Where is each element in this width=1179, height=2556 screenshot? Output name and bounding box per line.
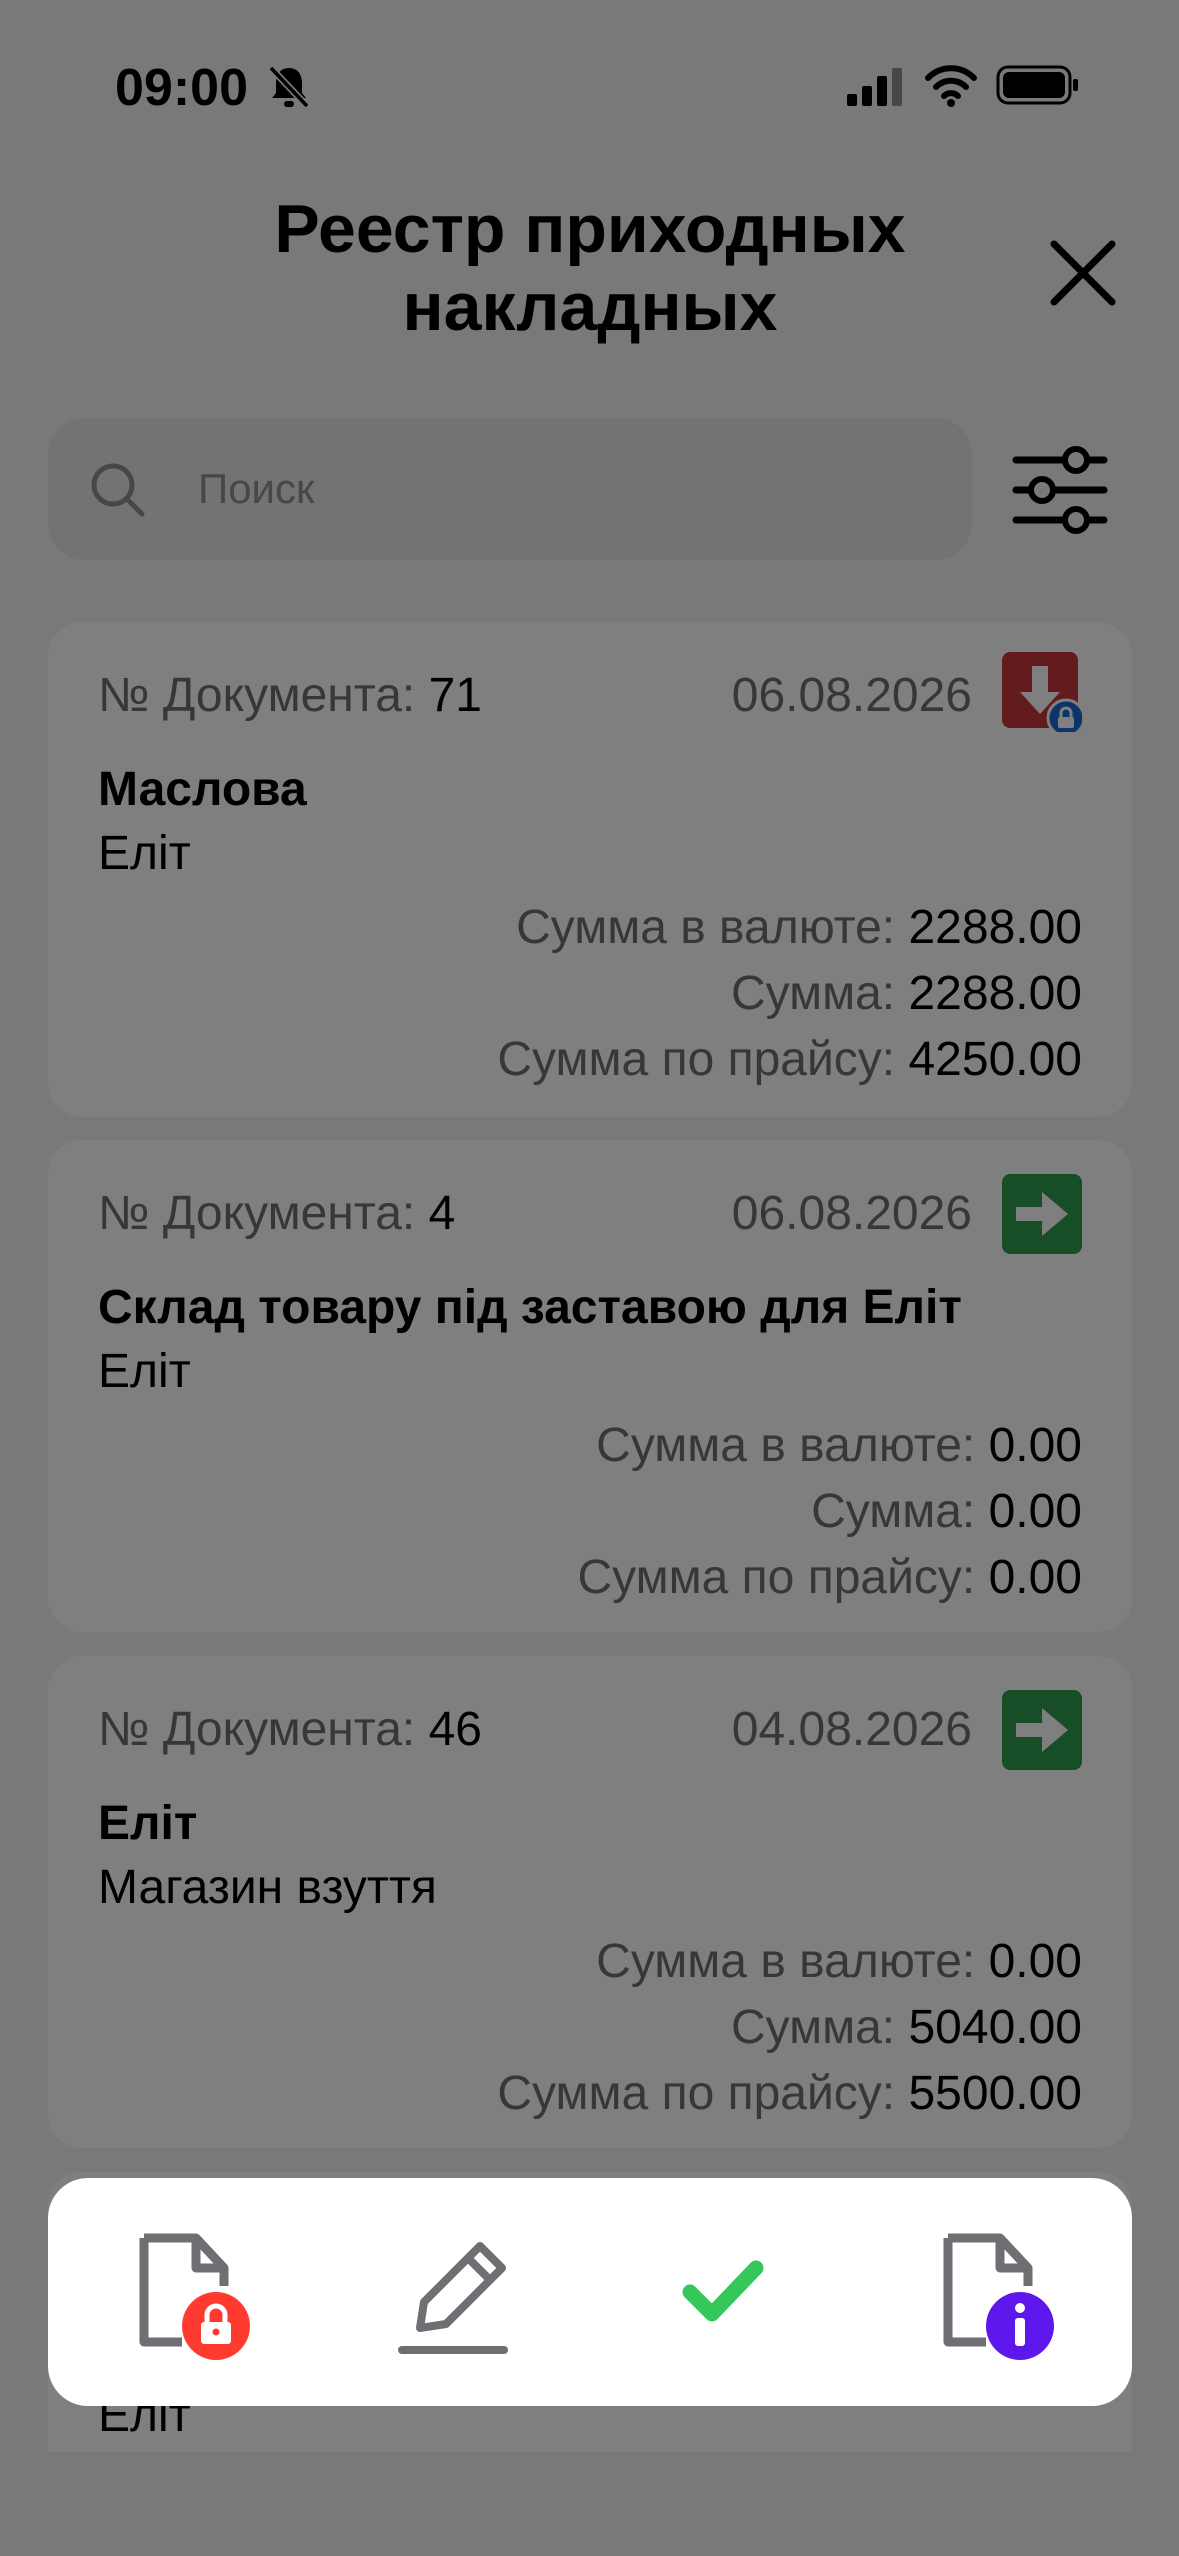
document-number: № Документа: 4 (98, 1186, 455, 1241)
sum-currency-label: Сумма в валюте: (596, 1419, 976, 1472)
sum-currency-value: 0.00 (988, 1419, 1082, 1472)
sum-price-label: Сумма по прайсу: (577, 1551, 976, 1604)
document-number-label: № Документа: (98, 669, 416, 722)
document-number: № Документа: 46 (98, 1702, 482, 1757)
arrow-right-icon (1002, 1174, 1082, 1254)
wifi-icon (925, 65, 977, 107)
action-bar (48, 2178, 1132, 2406)
document-card[interactable]: № Документа: 46 04.08.2026 Еліт Магазин … (48, 1656, 1132, 2148)
status-time: 09:00 (115, 59, 248, 117)
sum-value: 0.00 (988, 1485, 1082, 1538)
sum-value: 2288.00 (908, 967, 1082, 1020)
checkmark-icon[interactable] (652, 2222, 792, 2362)
download-locked-icon (1002, 652, 1082, 732)
document-number: № Документа: 71 (98, 668, 482, 723)
filter-sliders-icon[interactable] (1010, 440, 1110, 540)
sum-currency-label: Сумма в валюте: (596, 1935, 976, 1988)
page-title: Реестр приходных накладных (274, 191, 906, 345)
sum-row: Сумма: 2288.00 (731, 966, 1082, 1021)
sum-price-value: 0.00 (988, 1551, 1082, 1604)
sum-value: 5040.00 (908, 2001, 1082, 2054)
sum-price-row: Сумма по прайсу: 0.00 (578, 1550, 1082, 1605)
sum-label: Сумма: (730, 2001, 896, 2054)
store-name: Еліт (98, 827, 191, 880)
cellular-signal-icon (847, 68, 902, 106)
sum-price-label: Сумма по прайсу: (497, 2067, 896, 2120)
bell-muted-icon (268, 65, 310, 109)
close-icon[interactable] (1040, 230, 1126, 316)
counterparty-name: Еліт (98, 1797, 198, 1850)
counterparty-name: Маслова (98, 763, 307, 816)
battery-icon (996, 65, 1078, 105)
arrow-right-icon (1002, 1690, 1082, 1770)
document-lock-icon[interactable] (116, 2222, 256, 2362)
counterparty-name: Склад товару під заставою для Еліт (98, 1281, 962, 1334)
sum-currency-value: 2288.00 (908, 901, 1082, 954)
search-icon (91, 463, 145, 517)
sum-price-row: Сумма по прайсу: 5500.00 (497, 2066, 1082, 2121)
sum-label: Сумма: (811, 1485, 976, 1538)
document-card[interactable]: № Документа: 71 06.08.2026 Маслова Еліт … (48, 622, 1132, 1117)
sum-price-value: 4250.00 (908, 1033, 1082, 1086)
sum-price-row: Сумма по прайсу: 4250.00 (497, 1032, 1082, 1087)
document-date: 06.08.2026 (731, 669, 972, 722)
document-date: 04.08.2026 (731, 1703, 972, 1756)
pencil-edit-icon[interactable] (384, 2222, 524, 2362)
document-number-value: 4 (428, 1187, 456, 1240)
document-date: 06.08.2026 (731, 1187, 972, 1240)
sum-row: Сумма: 0.00 (811, 1484, 1082, 1539)
sum-price-value: 5500.00 (908, 2067, 1082, 2120)
sum-label: Сумма: (730, 967, 896, 1020)
store-name: Магазин взуття (98, 1861, 437, 1914)
document-number-label: № Документа: (98, 1187, 416, 1240)
document-info-icon[interactable] (920, 2222, 1060, 2362)
document-card[interactable]: № Документа: 4 06.08.2026 Склад товару п… (48, 1140, 1132, 1632)
app-screen: 09:00 Реестр приходных накладных Поиск №… (0, 0, 1179, 2556)
sum-currency-row: Сумма в валюте: 0.00 (596, 1934, 1082, 1989)
status-bar: 09:00 (0, 0, 1179, 170)
document-number-value: 46 (428, 1703, 482, 1756)
store-name: Еліт (98, 1345, 191, 1398)
sum-currency-label: Сумма в валюте: (516, 901, 896, 954)
sum-price-label: Сумма по прайсу: (497, 1033, 896, 1086)
document-number-label: № Документа: (98, 1703, 416, 1756)
search-input[interactable] (198, 448, 938, 530)
sum-currency-row: Сумма в валюте: 2288.00 (516, 900, 1082, 955)
sum-currency-value: 0.00 (988, 1935, 1082, 1988)
sum-row: Сумма: 5040.00 (731, 2000, 1082, 2055)
document-number-value: 71 (428, 669, 482, 722)
search-bar[interactable] (48, 418, 972, 560)
sum-currency-row: Сумма в валюте: 0.00 (596, 1418, 1082, 1473)
